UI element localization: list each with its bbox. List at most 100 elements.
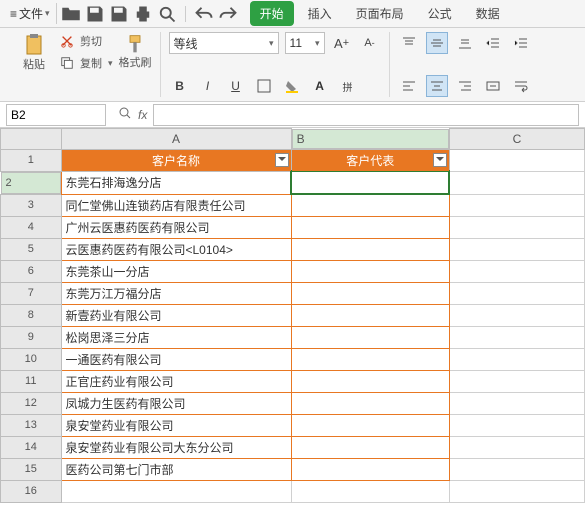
align-right-icon[interactable] xyxy=(454,75,476,97)
paste-button[interactable]: 粘贴 xyxy=(14,32,54,72)
cell[interactable] xyxy=(449,282,584,304)
row-header[interactable]: 7 xyxy=(1,282,62,304)
merge-cells-icon[interactable] xyxy=(482,75,504,97)
cell[interactable] xyxy=(449,216,584,238)
cell[interactable] xyxy=(449,260,584,282)
cell[interactable] xyxy=(291,348,449,370)
row-header[interactable]: 2 xyxy=(1,172,61,194)
cell[interactable] xyxy=(291,414,449,436)
phonetic-button[interactable]: 拼 xyxy=(337,75,359,97)
header-cell-A[interactable]: 客户名称 xyxy=(61,149,291,171)
row-header[interactable]: 9 xyxy=(1,326,62,348)
fx-label[interactable]: fx xyxy=(138,108,147,122)
row-header[interactable]: 1 xyxy=(1,149,62,171)
cell[interactable]: 东莞石排海逸分店 xyxy=(61,171,291,194)
row-header[interactable]: 11 xyxy=(1,370,62,392)
row-header[interactable]: 16 xyxy=(1,480,62,502)
increase-indent-icon[interactable] xyxy=(510,32,532,54)
cell[interactable]: 同仁堂佛山连锁药店有限责任公司 xyxy=(61,194,291,216)
cell[interactable] xyxy=(291,436,449,458)
row-header[interactable]: 10 xyxy=(1,348,62,370)
cell[interactable] xyxy=(291,194,449,216)
italic-button[interactable]: I xyxy=(197,75,219,97)
bold-button[interactable]: B xyxy=(169,75,191,97)
undo-icon[interactable] xyxy=(194,4,214,24)
cell[interactable] xyxy=(449,392,584,414)
formula-input[interactable] xyxy=(154,105,578,125)
cell[interactable] xyxy=(449,238,584,260)
name-box-input[interactable] xyxy=(11,108,101,122)
cell[interactable] xyxy=(449,171,584,194)
save-as-icon[interactable] xyxy=(109,4,129,24)
align-middle-icon[interactable] xyxy=(426,32,448,54)
tab-layout[interactable]: 页面布局 xyxy=(346,1,414,26)
print-preview-icon[interactable] xyxy=(157,4,177,24)
col-header-C[interactable]: C xyxy=(449,129,584,150)
cell[interactable] xyxy=(291,458,449,480)
align-bottom-icon[interactable] xyxy=(454,32,476,54)
cell[interactable]: 凤城力生医药有限公司 xyxy=(61,392,291,414)
cell[interactable]: 云医惠药医药有限公司<L0104> xyxy=(61,238,291,260)
cell[interactable] xyxy=(291,282,449,304)
row-header[interactable]: 3 xyxy=(1,194,62,216)
cell[interactable] xyxy=(61,480,291,502)
align-top-icon[interactable] xyxy=(398,32,420,54)
fill-color-button[interactable] xyxy=(281,75,303,97)
increase-font-icon[interactable]: A+ xyxy=(331,32,353,54)
cell[interactable] xyxy=(449,194,584,216)
row-header[interactable]: 13 xyxy=(1,414,62,436)
cell[interactable]: 广州云医惠药医药有限公司 xyxy=(61,216,291,238)
row-header[interactable]: 6 xyxy=(1,260,62,282)
filter-button[interactable] xyxy=(275,153,289,167)
row-header[interactable]: 14 xyxy=(1,436,62,458)
cell[interactable]: 东莞茶山一分店 xyxy=(61,260,291,282)
filter-button[interactable] xyxy=(433,153,447,167)
cell[interactable] xyxy=(291,216,449,238)
cell[interactable] xyxy=(291,260,449,282)
tab-data[interactable]: 数据 xyxy=(466,1,510,26)
underline-button[interactable]: U xyxy=(225,75,247,97)
cell[interactable] xyxy=(449,370,584,392)
row-header[interactable]: 8 xyxy=(1,304,62,326)
cut-button[interactable]: 剪切 xyxy=(60,33,113,49)
border-button[interactable] xyxy=(253,75,275,97)
format-painter-button[interactable]: 格式刷 xyxy=(119,34,152,70)
name-box[interactable] xyxy=(6,104,106,126)
cell[interactable]: 新壹药业有限公司 xyxy=(61,304,291,326)
cell[interactable] xyxy=(291,304,449,326)
save-icon[interactable] xyxy=(85,4,105,24)
align-left-icon[interactable] xyxy=(398,75,420,97)
cell[interactable]: 松岗思泽三分店 xyxy=(61,326,291,348)
font-size-select[interactable]: 11▾ xyxy=(285,32,325,54)
cell[interactable]: 一通医药有限公司 xyxy=(61,348,291,370)
row-header[interactable]: 5 xyxy=(1,238,62,260)
decrease-font-icon[interactable]: A- xyxy=(359,32,381,54)
cell[interactable] xyxy=(291,370,449,392)
row-header[interactable]: 12 xyxy=(1,392,62,414)
cell[interactable] xyxy=(291,238,449,260)
font-name-select[interactable]: 等线▾ xyxy=(169,32,279,54)
row-header[interactable]: 4 xyxy=(1,216,62,238)
cell[interactable]: 泉安堂药业有限公司 xyxy=(61,414,291,436)
wrap-text-icon[interactable] xyxy=(510,75,532,97)
cell[interactable] xyxy=(449,436,584,458)
tab-insert[interactable]: 插入 xyxy=(298,1,342,26)
cell[interactable]: 泉安堂药业有限公司大东分公司 xyxy=(61,436,291,458)
col-header-A[interactable]: A xyxy=(61,129,291,150)
spreadsheet-grid[interactable]: A B C 1 客户名称 客户代表 2东莞石排海逸分店 3同仁堂佛山连锁药店有限… xyxy=(0,128,585,503)
select-all-corner[interactable] xyxy=(1,129,62,150)
cell[interactable]: 正官庄药业有限公司 xyxy=(61,370,291,392)
cell[interactable] xyxy=(449,480,584,502)
tab-start[interactable]: 开始 xyxy=(250,1,294,26)
row-header[interactable]: 15 xyxy=(1,458,62,480)
cell[interactable] xyxy=(449,348,584,370)
print-icon[interactable] xyxy=(133,4,153,24)
cell[interactable] xyxy=(291,326,449,348)
cell[interactable]: 医药公司第七门市部 xyxy=(61,458,291,480)
cell-active[interactable] xyxy=(291,171,449,194)
cell[interactable] xyxy=(291,392,449,414)
open-folder-icon[interactable] xyxy=(61,4,81,24)
lookup-icon[interactable] xyxy=(118,106,132,123)
decrease-indent-icon[interactable] xyxy=(482,32,504,54)
col-header-B[interactable]: B xyxy=(292,129,449,149)
